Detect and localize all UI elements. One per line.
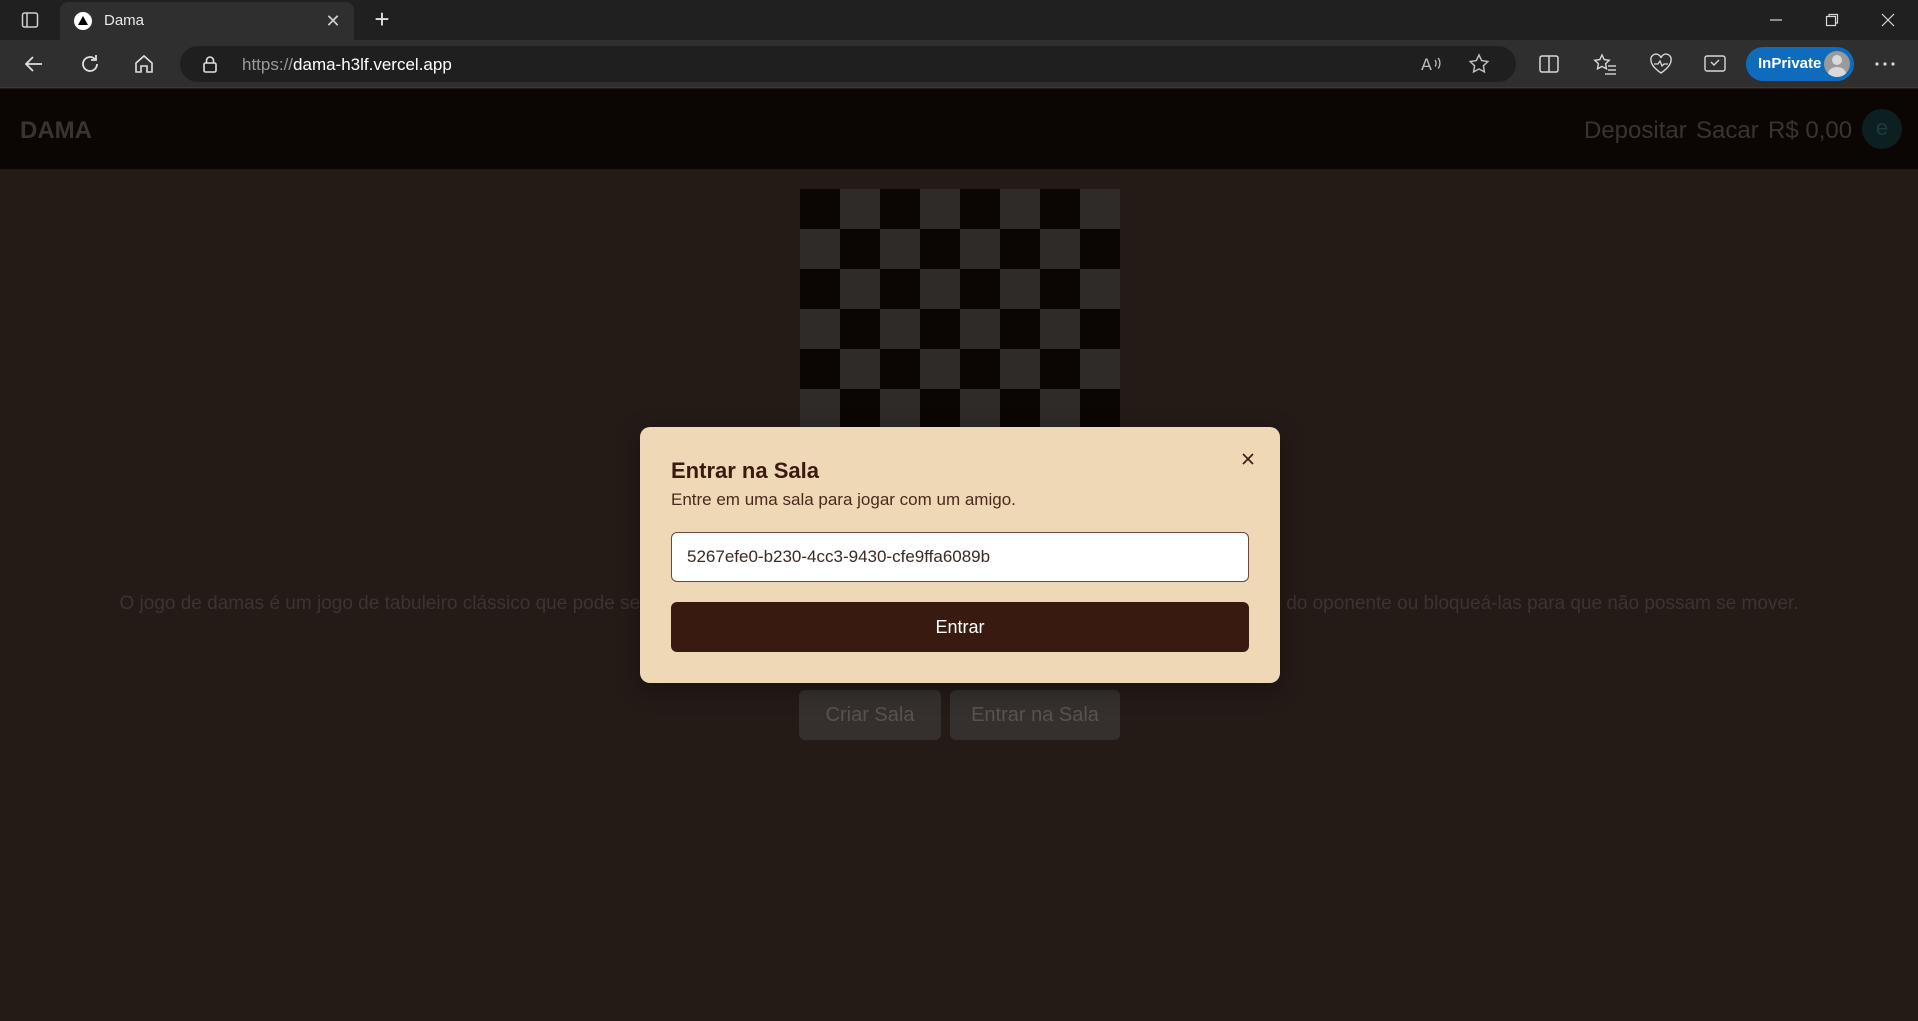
browser-tab-active[interactable]: Dama ✕ [60,2,354,40]
read-aloud-icon[interactable]: A [1418,52,1444,76]
enter-button[interactable]: Entrar [671,602,1249,652]
refresh-button[interactable] [72,48,108,80]
minimize-icon [1770,19,1782,21]
settings-more-button[interactable] [1870,50,1900,78]
site-favicon-icon [74,12,92,30]
close-window-button[interactable] [1860,0,1916,40]
browser-toolbar: https://dama-h3lf.vercel.app A InPrivate [0,40,1918,88]
more-dots-icon [1875,62,1895,66]
svg-text:A: A [1421,55,1432,74]
refresh-icon [82,55,98,72]
heart-pulse-icon [1650,53,1672,74]
tab-actions-menu-button[interactable] [12,8,48,32]
profile-avatar-icon [1824,51,1850,77]
favorites-button[interactable] [1590,50,1620,78]
tab-close-icon[interactable]: ✕ [322,10,344,32]
screenshot-icon [1704,55,1726,72]
tab-actions-icon [21,12,39,28]
join-room-dialog: Entrar na Sala Entre em uma sala para jo… [640,427,1280,683]
screenshot-button[interactable] [1700,50,1730,78]
tab-title: Dama [104,12,145,29]
browser-tab-bar: Dama ✕ + [0,0,1918,40]
room-id-input[interactable] [671,532,1249,582]
favorites-list-icon [1593,53,1616,75]
address-bar[interactable]: https://dama-h3lf.vercel.app A [180,46,1516,82]
dialog-title: Entrar na Sala [671,458,819,483]
favorite-star-icon[interactable] [1466,52,1492,76]
inprivate-profile-button[interactable]: InPrivate [1746,47,1854,81]
home-icon [135,54,153,73]
close-window-icon [1881,13,1895,27]
restore-icon [1825,13,1839,27]
lock-icon[interactable] [202,55,218,78]
split-screen-icon [1539,55,1559,73]
dialog-description: Entre em uma sala para jogar com um amig… [671,490,1016,509]
url-text: https://dama-h3lf.vercel.app [242,55,452,75]
url-scheme: https:// [242,55,294,74]
home-button[interactable] [126,48,162,80]
back-arrow-icon [24,56,42,72]
new-tab-button[interactable]: + [368,6,396,34]
page-content: DAMA Depositar Sacar R$ 0,00 e O jogo de… [0,89,1918,1021]
browser-essentials-button[interactable] [1646,50,1676,78]
close-icon[interactable] [1236,447,1260,471]
url-host: dama-h3lf.vercel.app [293,55,452,74]
split-screen-button[interactable] [1534,50,1564,78]
inprivate-label: InPrivate [1758,55,1822,72]
back-button[interactable] [16,48,52,80]
restore-window-button[interactable] [1804,0,1860,40]
minimize-window-button[interactable] [1748,0,1804,40]
